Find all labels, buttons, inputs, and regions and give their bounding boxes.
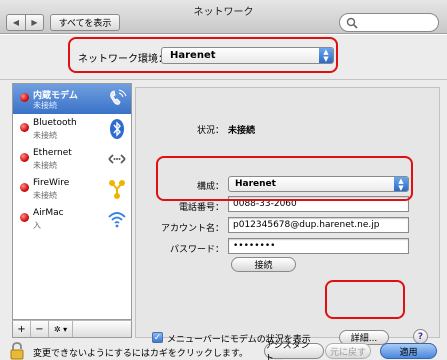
lock-icon[interactable] [9,342,25,360]
service-status: 未接続 [33,131,57,140]
service-item-firewire[interactable]: FireWire 未接続 [13,174,131,204]
service-name: Ethernet [33,148,72,158]
airmac-icon [108,212,126,228]
service-list: 内蔵モデム 未接続 Bluetooth 未接続 Ethernet 未接続 Fir… [12,83,132,320]
status-label: 状況： [196,126,224,136]
ethernet-icon [108,154,126,164]
advanced-highlight [325,280,405,319]
assistant-button[interactable]: アシスタント... [264,341,324,360]
back-button[interactable]: ◀ [7,15,25,30]
add-service-button[interactable]: + [13,321,31,337]
lock-hint-text: 変更できないようにするにはカギをクリックします。 [33,349,249,359]
account-name-field[interactable]: p012345678@dup.harenet.ne.jp [228,217,409,233]
status-dot [20,123,29,132]
status-value: 未接続 [228,126,256,136]
modem-icon [110,89,127,105]
status-dot [20,93,29,102]
bluetooth-icon [110,119,124,139]
back-forward-buttons: ◀ ▶ [6,14,44,31]
connect-button[interactable]: 接続 [231,257,296,272]
divider [0,79,447,80]
service-status: 未接続 [33,101,57,110]
service-name: AirMac [33,208,64,218]
phone-account-highlight [156,156,413,201]
service-status: 未接続 [33,161,57,170]
action-menu-button[interactable]: ✲ ▾ [49,321,73,337]
account-label: アカウント名： [160,224,224,234]
revert-button[interactable]: 元に戻す [325,343,371,359]
password-label: パスワード： [169,245,224,255]
location-highlight [68,37,338,73]
remove-service-button[interactable]: − [31,321,49,337]
service-item-ethernet[interactable]: Ethernet 未接続 [13,144,131,174]
service-status: 入 [33,221,41,230]
service-item-internal-modem[interactable]: 内蔵モデム 未接続 [13,84,131,114]
password-field[interactable]: •••••••• [228,238,409,254]
preferences-content: ネットワーク環境： Harenet ▲ ▼ 内蔵モデム 未接続 Bluetooth [0,35,447,360]
forward-button[interactable]: ▶ [24,15,43,30]
title-bar: ネットワーク ◀ ▶ すべてを表示 [0,0,447,34]
network-preferences-window: ネットワーク ◀ ▶ すべてを表示 ネットワーク環境： Harenet ▲▼ [0,0,447,360]
search-icon [346,17,358,29]
firewire-icon [109,180,125,199]
phone-label: 電話番号： [178,203,224,213]
service-list-toolbar: + − ✲ ▾ [12,320,132,338]
status-dot [20,183,29,192]
service-name: Bluetooth [33,118,77,128]
service-name: FireWire [33,178,70,188]
search-input[interactable] [339,13,439,32]
bottom-bar: 変更できないようにするにはカギをクリックします。 アシスタント... 元に戻す … [0,341,447,360]
service-item-airmac[interactable]: AirMac 入 [13,204,131,234]
service-status: 未接続 [33,191,57,200]
status-dot [20,213,29,222]
show-all-button[interactable]: すべてを表示 [50,14,120,31]
status-dot [20,153,29,162]
apply-button[interactable]: 適用 [380,343,437,359]
service-item-bluetooth[interactable]: Bluetooth 未接続 [13,114,131,144]
